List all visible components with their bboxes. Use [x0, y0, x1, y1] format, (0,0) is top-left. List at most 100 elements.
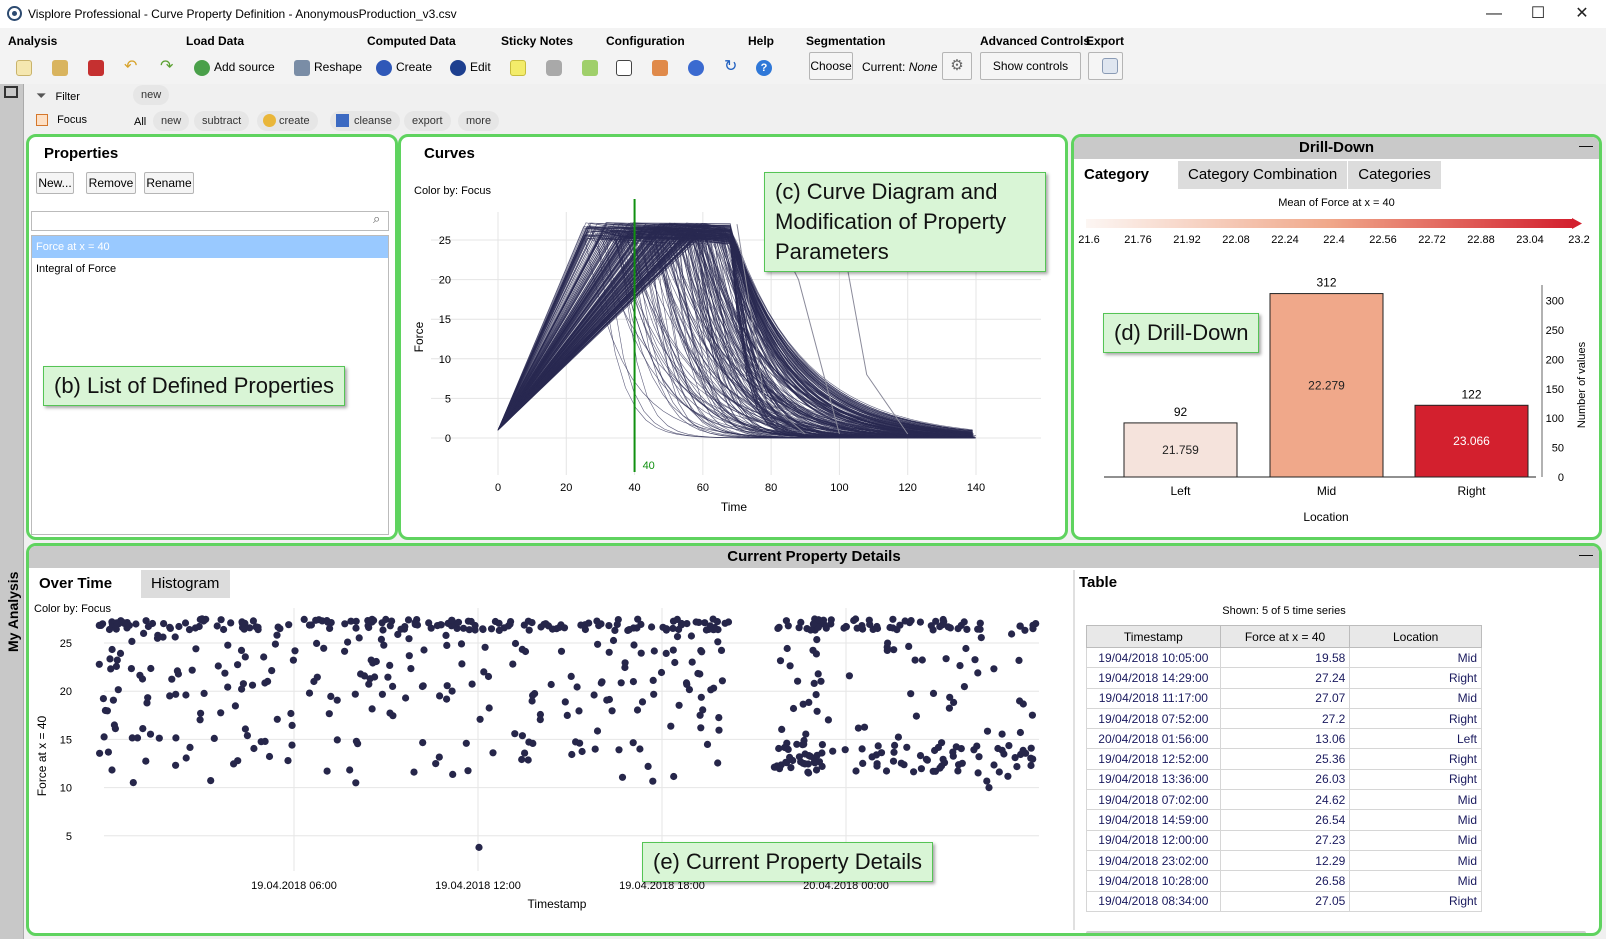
- rename-property-button[interactable]: Rename: [144, 172, 194, 194]
- list-config-icon[interactable]: [616, 59, 632, 76]
- scatter-point: [96, 749, 104, 757]
- scatter-point: [495, 619, 503, 627]
- collapse-icon[interactable]: [4, 86, 18, 98]
- property-search-input[interactable]: [31, 211, 389, 231]
- scatter-point: [528, 619, 536, 627]
- export-icon[interactable]: [1088, 52, 1123, 80]
- tab-histogram[interactable]: Histogram: [141, 570, 231, 598]
- table-row[interactable]: 19/04/2018 14:29:00 27.24 Right: [1086, 667, 1482, 689]
- cell-location: Mid: [1349, 809, 1482, 831]
- scatter-point: [709, 615, 717, 623]
- table-row[interactable]: 19/04/2018 11:17:00 27.07 Mid: [1086, 687, 1482, 709]
- scatter-point: [916, 618, 925, 626]
- configuration-icon[interactable]: [582, 59, 598, 76]
- close-button[interactable]: ✕: [1560, 2, 1604, 26]
- table-row[interactable]: 19/04/2018 07:52:00 27.2 Right: [1086, 707, 1482, 730]
- maximize-button[interactable]: ☐: [1516, 2, 1560, 26]
- table-scrollbar[interactable]: [1086, 931, 1586, 933]
- open-folder-icon[interactable]: [52, 59, 68, 76]
- table-row[interactable]: 20/04/2018 01:56:00 13.06 Left: [1086, 728, 1482, 750]
- table-row[interactable]: 19/04/2018 10:28:00 26.58 Mid: [1086, 870, 1482, 892]
- x-tick-label: Right: [1457, 484, 1486, 498]
- minimize-details-icon[interactable]: —: [1579, 546, 1593, 562]
- col-timestamp[interactable]: Timestamp: [1086, 625, 1221, 648]
- minimize-panel-icon[interactable]: —: [1579, 137, 1593, 153]
- redo-icon[interactable]: ↷: [160, 56, 173, 78]
- property-item-integral[interactable]: Integral of Force: [32, 258, 388, 280]
- tab-over-time[interactable]: Over Time: [29, 570, 141, 598]
- scatter-point: [99, 695, 107, 703]
- help-icon[interactable]: ?: [756, 59, 772, 76]
- scatter-point: [630, 641, 638, 649]
- over-time-scatter[interactable]: 19.04.2018 06:00 19.04.2018 12:00 19.04.20…: [29, 606, 1069, 933]
- scatter-point: [237, 646, 246, 654]
- scatter-point: [804, 768, 812, 776]
- focus-all[interactable]: All: [134, 116, 146, 128]
- focus-create-chip[interactable]: create: [257, 111, 318, 131]
- x-tick-label: 19.04.2018 06:00: [251, 880, 337, 892]
- tab-category-combination[interactable]: Category Combination: [1178, 161, 1349, 189]
- focus-new-chip[interactable]: new: [153, 111, 190, 131]
- scatter-point: [976, 625, 984, 633]
- show-controls-button[interactable]: Show controls: [980, 52, 1081, 80]
- property-item-force[interactable]: Force at x = 40: [32, 236, 388, 258]
- filter-new-chip[interactable]: new: [133, 85, 170, 105]
- focus-export-chip[interactable]: export: [404, 111, 451, 131]
- table-row[interactable]: 19/04/2018 12:00:00 27.23 Mid: [1086, 829, 1482, 851]
- table-splitter[interactable]: [1073, 570, 1075, 930]
- legend-tick: 22.24: [1271, 234, 1299, 246]
- legend-tick: 21.6: [1078, 234, 1099, 246]
- col-force[interactable]: Force at x = 40: [1219, 625, 1351, 648]
- scatter-point: [611, 626, 619, 634]
- focus-cleanse-chip[interactable]: cleanse: [330, 111, 400, 131]
- scatter-point: [593, 727, 602, 735]
- focus-more-chip[interactable]: more: [458, 111, 500, 131]
- scatter-point: [1016, 697, 1024, 705]
- create-button[interactable]: Create: [376, 56, 432, 78]
- scatter-point: [489, 749, 497, 757]
- col-location[interactable]: Location: [1349, 625, 1482, 648]
- table-row[interactable]: 19/04/2018 07:02:00 24.62 Mid: [1086, 789, 1482, 811]
- save-icon[interactable]: [88, 59, 104, 76]
- refresh-icon[interactable]: ↻: [724, 56, 737, 78]
- my-analysis-sidebar[interactable]: My Analysis: [0, 84, 24, 939]
- scatter-point: [853, 624, 861, 632]
- layout-icon[interactable]: [688, 59, 704, 76]
- scatter-point: [379, 626, 387, 634]
- import-config-icon[interactable]: [652, 59, 668, 76]
- new-property-button[interactable]: New...: [36, 172, 74, 194]
- tab-categories[interactable]: Categories: [1348, 161, 1442, 189]
- drilldown-bar-chart[interactable]: 92 21.759 Left 312 22.279 Mid 122 23.066 Right 0 5…: [1074, 255, 1599, 537]
- new-file-icon[interactable]: [16, 59, 32, 76]
- scatter-point: [112, 625, 120, 633]
- scatter-point: [248, 681, 257, 689]
- focus-subtract-chip[interactable]: subtract: [194, 111, 250, 131]
- scatter-point: [636, 745, 644, 753]
- scatter-point: [181, 619, 190, 627]
- choose-button[interactable]: Choose: [809, 52, 853, 80]
- scatter-point: [547, 680, 555, 689]
- add-source-button[interactable]: Add source: [194, 56, 275, 78]
- tab-category[interactable]: Category: [1074, 161, 1178, 189]
- remove-property-button[interactable]: Remove: [86, 172, 136, 194]
- undo-icon[interactable]: ↶: [124, 56, 137, 78]
- table-row[interactable]: 19/04/2018 23:02:00 12.29 Mid: [1086, 849, 1482, 872]
- table-row[interactable]: 19/04/2018 13:36:00 26.03 Right: [1086, 768, 1482, 791]
- edit-button[interactable]: Edit: [450, 56, 491, 78]
- legend-title: Mean of Force at x = 40: [1278, 197, 1395, 209]
- reshape-button[interactable]: Reshape: [294, 56, 362, 78]
- scatter-point: [300, 615, 308, 623]
- y-tick-label: 20: [439, 275, 451, 287]
- focus-checkbox-icon[interactable]: [36, 114, 48, 127]
- table-row[interactable]: 19/04/2018 14:59:00 26.54 Mid: [1086, 809, 1482, 831]
- database-icon[interactable]: [546, 59, 562, 76]
- scatter-point: [998, 746, 1006, 754]
- callout-d: (d) Drill-Down: [1103, 313, 1260, 353]
- minimize-button[interactable]: —: [1472, 2, 1516, 26]
- scatter-point: [884, 639, 892, 647]
- table-row[interactable]: 19/04/2018 10:05:00 19.58 Mid: [1086, 646, 1482, 669]
- table-row[interactable]: 19/04/2018 08:34:00 27.05 Right: [1086, 890, 1482, 912]
- table-row[interactable]: 19/04/2018 12:52:00 25.36 Right: [1086, 748, 1482, 770]
- gear-icon[interactable]: ⚙: [942, 52, 972, 80]
- sticky-note-icon[interactable]: [510, 59, 526, 76]
